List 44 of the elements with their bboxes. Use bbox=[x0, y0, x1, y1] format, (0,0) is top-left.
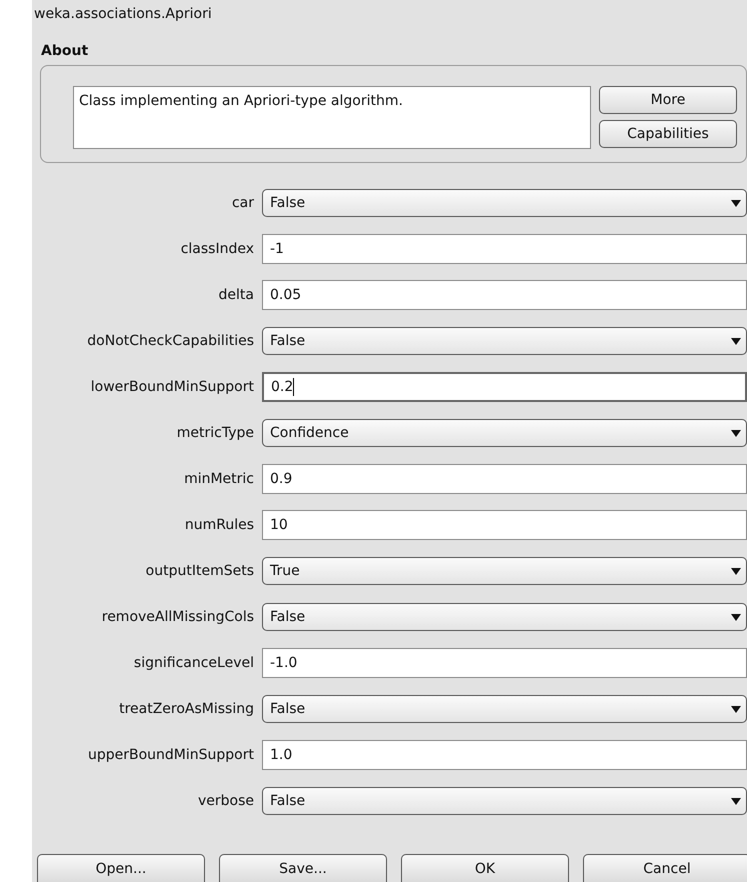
property-label: minMetric bbox=[183, 471, 255, 487]
property-label: lowerBoundMinSupport bbox=[90, 379, 255, 395]
property-label: metricType bbox=[176, 425, 255, 441]
dropdown-arrow-icon bbox=[730, 198, 742, 208]
dropdown-arrow-icon bbox=[730, 336, 742, 346]
dropdown[interactable]: False bbox=[262, 327, 747, 355]
about-button[interactable]: More bbox=[599, 86, 737, 114]
dialog-button[interactable]: OK bbox=[401, 854, 569, 882]
dialog-button[interactable]: Save... bbox=[219, 854, 387, 882]
dropdown[interactable]: False bbox=[262, 189, 747, 217]
property-label: numRules bbox=[184, 517, 255, 533]
property-label: removeAllMissingCols bbox=[100, 609, 255, 625]
property-label: outputItemSets bbox=[144, 563, 255, 579]
dropdown[interactable]: False bbox=[262, 603, 747, 631]
dropdown[interactable]: False bbox=[262, 787, 747, 815]
input-field[interactable]: 0.2 bbox=[262, 372, 747, 402]
input-field[interactable]: 0.05 bbox=[262, 280, 747, 310]
about-button[interactable]: Capabilities bbox=[599, 120, 737, 148]
section-heading: About bbox=[41, 43, 90, 61]
property-label: treatZeroAsMissing bbox=[118, 701, 255, 717]
dropdown-arrow-icon bbox=[730, 612, 742, 622]
input-field[interactable]: -1.0 bbox=[262, 648, 747, 678]
dropdown-arrow-icon bbox=[730, 704, 742, 714]
input-field[interactable]: 1.0 bbox=[262, 740, 747, 770]
dropdown-arrow-icon bbox=[730, 428, 742, 438]
dialog-button[interactable]: Cancel bbox=[583, 854, 747, 882]
input-field[interactable]: 10 bbox=[262, 510, 747, 540]
property-label: car bbox=[230, 195, 255, 211]
dropdown-arrow-icon bbox=[730, 796, 742, 806]
input-field[interactable]: -1 bbox=[262, 234, 747, 264]
property-label: delta bbox=[218, 287, 255, 303]
dropdown[interactable]: False bbox=[262, 695, 747, 723]
window-title: weka.associations.Apriori bbox=[33, 5, 213, 24]
description-text: Class implementing an Apriori-type algorithm. bbox=[73, 86, 591, 149]
property-label: doNotCheckCapabilities bbox=[86, 333, 255, 349]
dialog-button[interactable]: Open... bbox=[37, 854, 205, 882]
property-label: upperBoundMinSupport bbox=[86, 747, 255, 763]
dropdown-arrow-icon bbox=[730, 566, 742, 576]
property-label: classIndex bbox=[180, 241, 255, 257]
property-label: significanceLevel bbox=[132, 655, 255, 671]
dropdown[interactable]: True bbox=[262, 557, 747, 585]
dropdown[interactable]: Confidence bbox=[262, 419, 747, 447]
input-field[interactable]: 0.9 bbox=[262, 464, 747, 494]
property-label: verbose bbox=[196, 793, 255, 809]
